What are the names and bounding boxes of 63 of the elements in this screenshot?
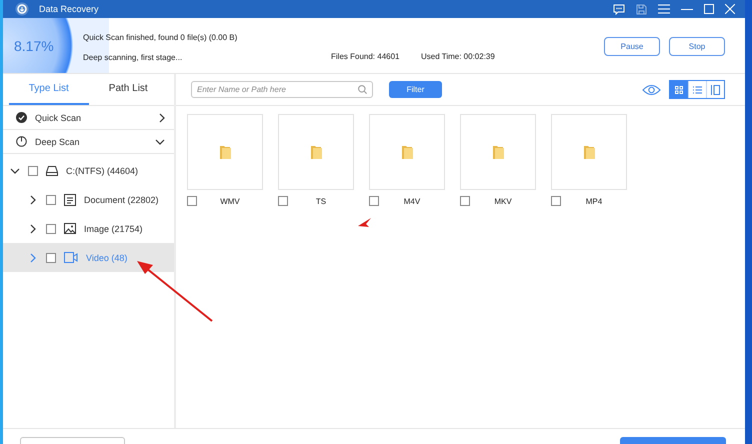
- video-icon: [64, 252, 78, 263]
- file-name: MKV: [493, 196, 513, 206]
- maximize-icon[interactable]: [704, 4, 714, 14]
- files-found: Files Found: 44601: [331, 52, 400, 61]
- timer-icon: [16, 136, 27, 147]
- image-icon: [64, 223, 76, 234]
- list-icon: [693, 86, 702, 94]
- tree-item[interactable]: C:(NTFS) (44604): [66, 166, 138, 176]
- folder-icon: [310, 144, 322, 160]
- file-thumbnail[interactable]: [551, 114, 627, 190]
- checkbox[interactable]: [46, 224, 56, 234]
- folder-icon: [584, 144, 594, 160]
- close-icon[interactable]: [725, 4, 735, 14]
- logo-icon: [15, 2, 29, 16]
- chevron-down-icon[interactable]: [10, 168, 20, 174]
- checkbox[interactable]: [460, 196, 470, 206]
- chevron-right-icon[interactable]: [28, 224, 38, 234]
- scan-row[interactable]: Quick Scan: [3, 106, 174, 130]
- checkbox[interactable]: [46, 252, 56, 262]
- grid-icon: [675, 86, 683, 94]
- eye-icon[interactable]: [642, 84, 661, 96]
- file-thumbnail[interactable]: [460, 114, 536, 190]
- file-thumbnail[interactable]: [278, 114, 354, 190]
- tree-item[interactable]: Document (22802): [84, 194, 159, 204]
- save-icon[interactable]: [636, 4, 647, 14]
- file-thumbnail[interactable]: [369, 114, 445, 190]
- pause-button[interactable]: Pause: [604, 37, 660, 56]
- checkbox[interactable]: [46, 194, 56, 204]
- status-text: Quick Scan finished, found 0 file(s) (0.00 B): [83, 32, 238, 42]
- file-thumbnail[interactable]: [187, 114, 263, 190]
- checkbox[interactable]: [551, 196, 561, 206]
- checkbox[interactable]: [278, 196, 288, 206]
- tab[interactable]: Path List: [88, 74, 168, 105]
- progress-percent: 8.17%: [14, 38, 54, 54]
- file-name: M4V: [402, 196, 422, 206]
- search-icon: [358, 85, 367, 94]
- document-icon: [64, 194, 76, 206]
- file-name: WMV: [219, 196, 241, 206]
- grid-view-button[interactable]: [670, 81, 688, 98]
- scan-row[interactable]: Deep Scan: [3, 130, 174, 154]
- check-circle-icon: [16, 112, 27, 123]
- filter-button[interactable]: Filter: [389, 81, 442, 98]
- checkbox[interactable]: [369, 196, 379, 206]
- stop-button[interactable]: Stop: [669, 37, 725, 56]
- status-text: Deep scanning, first stage...: [83, 52, 184, 62]
- drive-icon: [46, 166, 58, 176]
- annotation-arrow: [358, 218, 371, 227]
- chevron-right-icon[interactable]: [28, 194, 38, 204]
- panel-icon: [711, 84, 720, 94]
- checkbox[interactable]: [187, 196, 197, 206]
- chat-icon[interactable]: [613, 4, 625, 14]
- checkbox[interactable]: [28, 166, 38, 176]
- tree-item[interactable]: Image (21754): [84, 224, 143, 234]
- folder-icon: [402, 144, 412, 160]
- menu-icon[interactable]: [658, 4, 670, 14]
- folder-icon: [492, 144, 504, 160]
- window-title: Data Recovery: [39, 4, 99, 14]
- file-name: TS: [314, 196, 328, 206]
- search-field[interactable]: Enter Name or Path here: [191, 81, 373, 98]
- tab[interactable]: Type List: [9, 74, 88, 105]
- file-name: MP4: [584, 196, 604, 206]
- used-time: Used Time: 00:02:39: [421, 52, 495, 61]
- folder-icon: [220, 144, 230, 160]
